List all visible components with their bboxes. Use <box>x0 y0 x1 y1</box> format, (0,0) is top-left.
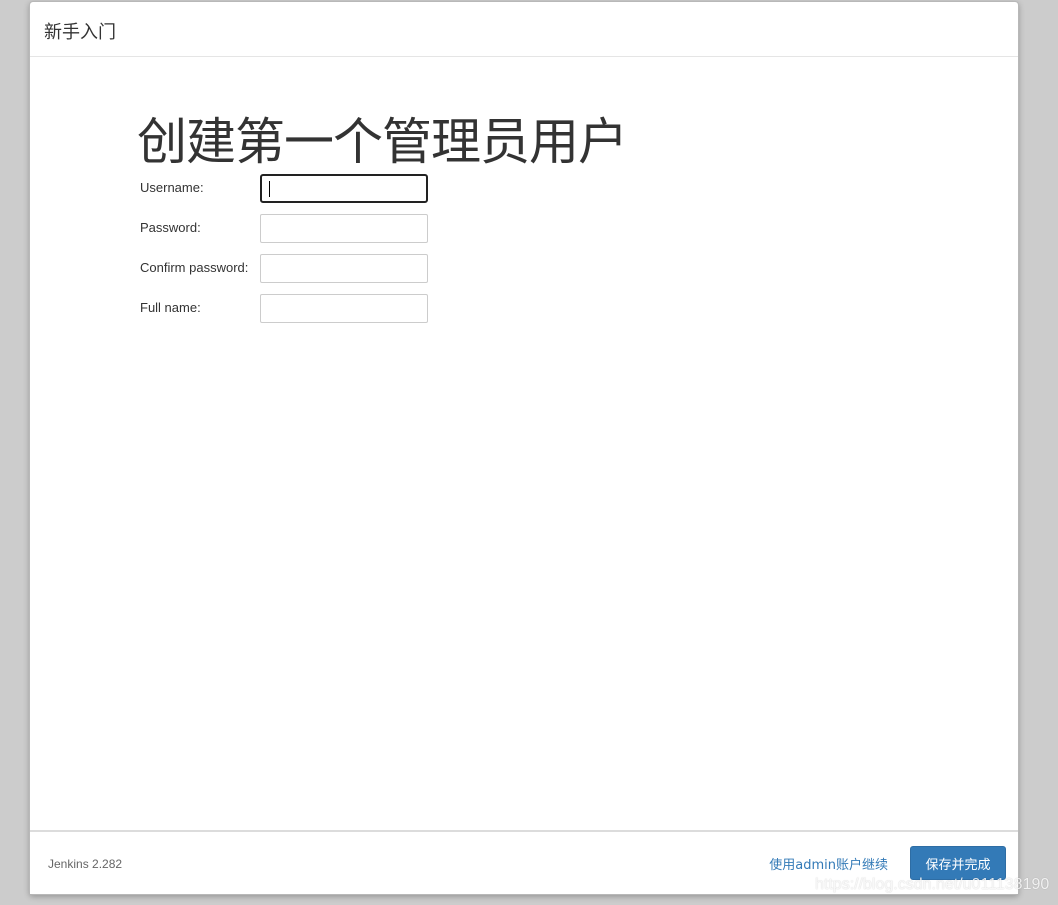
full-name-input[interactable] <box>260 294 428 323</box>
text-caret <box>269 181 270 197</box>
setup-wizard-dialog: 新手入门 创建第一个管理员用户 Username: Password: Conf… <box>29 1 1019 895</box>
confirm-password-label: Confirm password: <box>140 260 249 275</box>
save-and-finish-button[interactable]: 保存并完成 <box>910 846 1006 880</box>
full-name-label: Full name: <box>140 300 201 315</box>
username-row: Username: <box>140 174 440 204</box>
watermark: https://blog.csdn.net/u011138190 <box>815 876 1050 893</box>
version-label: Jenkins 2.282 <box>48 857 123 871</box>
confirm-password-input[interactable] <box>260 254 428 283</box>
dialog-header: 新手入门 <box>30 2 1018 57</box>
page-heading: 创建第一个管理员用户 <box>137 113 628 171</box>
full-name-row: Full name: <box>140 294 440 324</box>
password-input[interactable] <box>260 214 428 243</box>
password-row: Password: <box>140 214 440 244</box>
continue-as-admin-link[interactable]: 使用admin账户继续 <box>769 854 888 873</box>
password-label: Password: <box>140 220 201 235</box>
username-label: Username: <box>140 180 204 195</box>
username-input[interactable] <box>260 174 428 203</box>
dialog-title: 新手入门 <box>44 22 116 43</box>
confirm-password-row: Confirm password: <box>140 254 440 284</box>
